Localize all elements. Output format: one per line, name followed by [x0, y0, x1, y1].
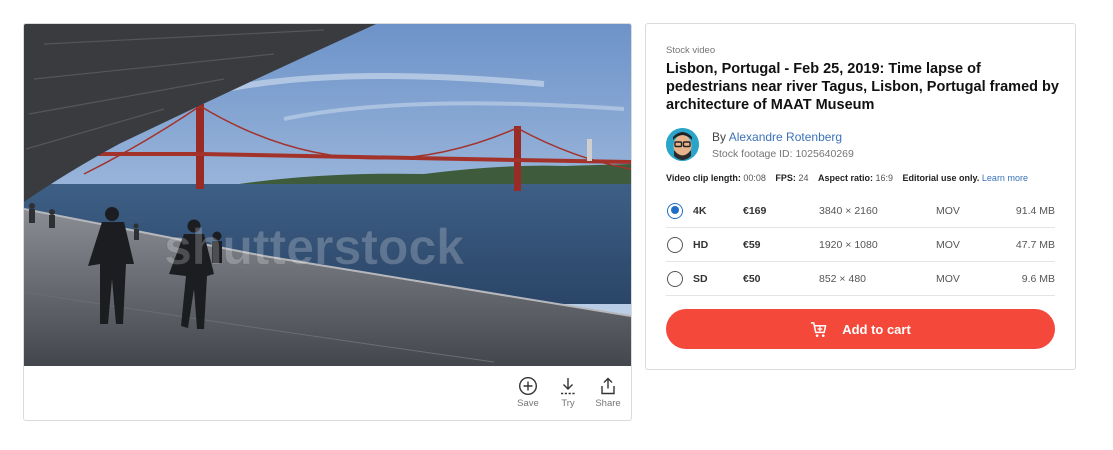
option-4k[interactable]: 4K €169 3840 × 2160 MOV 91.4 MB: [666, 194, 1055, 228]
size-options: 4K €169 3840 × 2160 MOV 91.4 MB HD €59 1…: [666, 194, 1055, 296]
option-filesize: 9.6 MB: [1021, 272, 1055, 285]
footage-id: Stock footage ID: 1025640269: [712, 148, 854, 160]
try-label: Try: [561, 398, 575, 409]
watermark-text: shutterstock: [164, 219, 464, 275]
aspect-ratio-label: Aspect ratio:: [817, 173, 873, 183]
radio-hd[interactable]: [667, 236, 683, 253]
radio-sd[interactable]: [667, 270, 683, 287]
purchase-panel: Stock video Lisbon, Portugal - Feb 25, 2…: [645, 23, 1076, 370]
option-price: €50: [743, 272, 761, 285]
clip-length-label: Video clip length:: [666, 173, 741, 183]
save-button[interactable]: Save: [517, 376, 539, 409]
option-format: MOV: [936, 204, 960, 217]
radio-4k[interactable]: [667, 202, 683, 219]
learn-more-link[interactable]: Learn more: [982, 173, 1028, 183]
option-filesize: 47.7 MB: [1015, 238, 1055, 251]
option-label: 4K: [693, 204, 707, 217]
option-label: SD: [693, 272, 708, 285]
option-price: €169: [743, 204, 767, 217]
media-card: shutterstock Save Try Share: [23, 23, 632, 421]
clip-specs: Video clip length: 00:08 FPS: 24 Aspect …: [666, 173, 1028, 183]
fps-label: FPS:: [775, 173, 796, 183]
share-button[interactable]: Share: [595, 376, 621, 409]
share-label: Share: [595, 398, 621, 409]
author-link[interactable]: Alexandre Rotenberg: [729, 130, 842, 144]
aspect-ratio-value: 16:9: [875, 173, 894, 183]
editorial-notice: Editorial use only.: [902, 173, 980, 183]
by-prefix: By: [712, 130, 727, 144]
option-format: MOV: [936, 272, 960, 285]
clip-title: Lisbon, Portugal - Feb 25, 2019: Time la…: [666, 61, 1059, 113]
try-button[interactable]: Try: [557, 376, 579, 409]
option-hd[interactable]: HD €59 1920 × 1080 MOV 47.7 MB: [666, 228, 1055, 262]
option-filesize: 91.4 MB: [1015, 204, 1055, 217]
option-price: €59: [743, 238, 761, 251]
fps-value: 24: [798, 173, 809, 183]
option-label: HD: [693, 238, 709, 251]
option-resolution: 1920 × 1080: [819, 238, 878, 251]
avatar[interactable]: [666, 128, 699, 161]
media-actions: Save Try Share: [517, 376, 621, 409]
option-format: MOV: [936, 238, 960, 251]
download-icon: [561, 378, 575, 395]
plus-circle-icon: [518, 376, 538, 396]
video-preview[interactable]: shutterstock: [24, 24, 631, 366]
clip-length-value: 00:08: [743, 173, 766, 183]
add-to-cart-label: Add to cart: [842, 321, 911, 337]
save-label: Save: [517, 398, 539, 409]
content-type-label: Stock video: [666, 45, 716, 56]
option-resolution: 852 × 480: [819, 272, 867, 285]
cart-icon: [811, 321, 827, 337]
video-frame-image: shutterstock: [24, 24, 631, 366]
author-row: By Alexandre Rotenberg Stock footage ID:…: [666, 128, 854, 161]
share-icon: [601, 377, 615, 395]
option-resolution: 3840 × 2160: [819, 204, 878, 217]
author-avatar-icon: [666, 128, 699, 161]
option-sd[interactable]: SD €50 852 × 480 MOV 9.6 MB: [666, 262, 1055, 296]
add-to-cart-button[interactable]: Add to cart: [666, 309, 1055, 349]
